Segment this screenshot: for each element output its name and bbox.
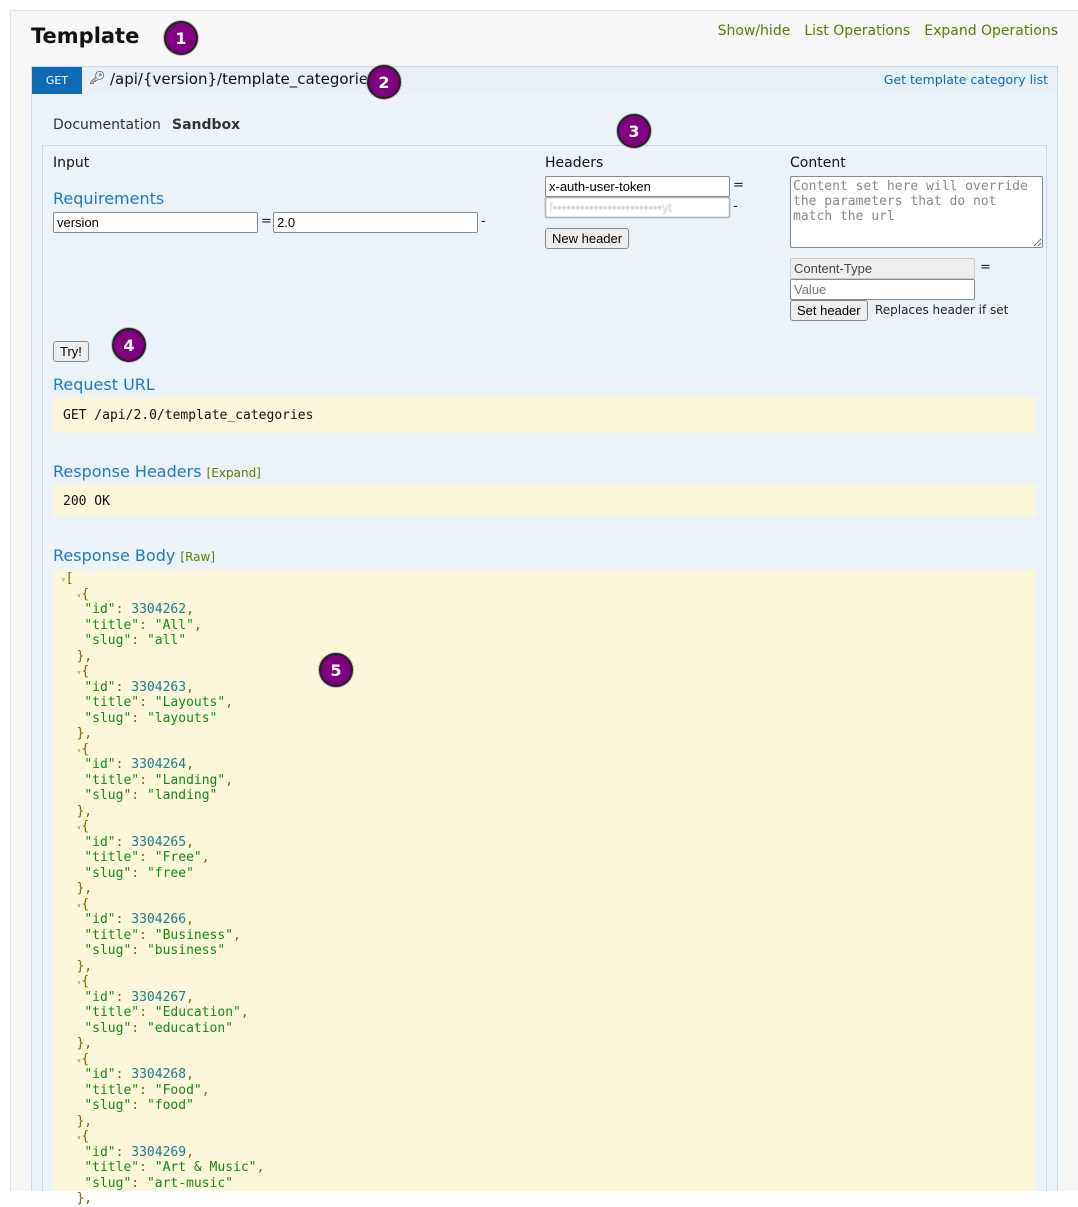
- json-object-open: ▿{: [76, 741, 90, 757]
- set-header-button[interactable]: Set header: [790, 300, 868, 321]
- json-title-line: "title": "Food",: [84, 1082, 210, 1098]
- input-label: Input: [53, 155, 90, 171]
- remove-requirement[interactable]: -: [481, 214, 486, 229]
- json-object-open: ▿{: [76, 896, 90, 912]
- method-badge: GET: [32, 67, 82, 94]
- json-title-line: "title": "Art & Music",: [84, 1160, 265, 1175]
- marker-4: 4: [112, 328, 146, 362]
- new-header-button[interactable]: New header: [545, 228, 630, 249]
- content-label: Content: [790, 155, 846, 171]
- response-headers-value: 200 OK: [53, 485, 1036, 517]
- response-body-label: Response Body: [53, 546, 176, 565]
- operation-header[interactable]: GET 🔑︎ /api/{version}/template_categorie…: [31, 66, 1058, 95]
- content-type-input[interactable]: [790, 258, 975, 279]
- show-hide-link[interactable]: Show/hide: [718, 23, 791, 39]
- header-name-input[interactable]: [545, 176, 730, 197]
- marker-2: 2: [367, 65, 401, 99]
- marker-1: 1: [164, 21, 198, 55]
- json-object-open: ▿{: [76, 1051, 90, 1067]
- expand-headers-link[interactable]: [Expand]: [207, 466, 261, 480]
- equals-sign: =: [980, 260, 991, 275]
- json-object-close: },: [53, 1036, 93, 1051]
- key-icon: 🔑︎: [89, 71, 106, 86]
- response-body-json: ▿[ ▿{ "id": 3304262, "title": "All", "sl…: [53, 570, 1036, 1206]
- json-object-close: },: [53, 726, 93, 741]
- tab-sandbox[interactable]: Sandbox: [172, 117, 240, 133]
- json-object-close: },: [53, 1113, 93, 1129]
- request-url-heading: Request URL: [53, 375, 155, 394]
- json-object-open: ▿{: [76, 664, 90, 679]
- json-array-open: ▿[: [60, 571, 74, 586]
- response-headers-label: Response Headers: [53, 462, 202, 481]
- equals-sign: =: [733, 178, 744, 193]
- json-id-line: "id": 3304264,: [84, 757, 194, 772]
- list-operations-link[interactable]: List Operations: [804, 23, 910, 39]
- remove-header[interactable]: -: [733, 199, 738, 214]
- response-body-heading: Response Body [Raw]: [53, 546, 215, 565]
- json-object-close: },: [53, 881, 93, 896]
- resource-title: Template: [31, 24, 140, 48]
- json-id-line: "id": 3304262,: [84, 602, 194, 617]
- requirement-value-input[interactable]: [273, 212, 478, 233]
- raw-toggle-link[interactable]: [Raw]: [180, 550, 215, 564]
- json-object-close: },: [53, 1191, 93, 1206]
- json-id-line: "id": 3304269,: [84, 1144, 194, 1160]
- json-object-close: },: [53, 803, 93, 819]
- json-slug-line: "slug": "landing": [84, 788, 218, 803]
- requirement-name-input[interactable]: [53, 212, 258, 233]
- json-slug-line: "slug": "art-music": [84, 1175, 234, 1191]
- set-header-note: Replaces header if set: [875, 303, 1009, 317]
- response-headers-heading: Response Headers [Expand]: [53, 462, 261, 481]
- json-slug-line: "slug": "layouts": [84, 710, 218, 726]
- json-id-line: "id": 3304266,: [84, 912, 194, 927]
- json-id-line: "id": 3304265,: [84, 834, 194, 850]
- json-slug-line: "slug": "all": [84, 633, 187, 648]
- request-url-value: GET /api/2.0/template_categories: [53, 397, 1036, 433]
- operation-summary[interactable]: Get template category list: [884, 72, 1048, 87]
- equals-sign: =: [261, 214, 272, 229]
- json-slug-line: "slug": "education": [84, 1020, 234, 1036]
- json-title-line: "title": "All",: [84, 617, 202, 633]
- json-slug-line: "slug": "food": [84, 1098, 194, 1113]
- content-textarea[interactable]: [790, 176, 1043, 248]
- requirements-heading: Requirements: [53, 189, 165, 208]
- json-slug-line: "slug": "free": [84, 865, 194, 881]
- headers-label: Headers: [545, 155, 604, 171]
- json-object-close: },: [53, 958, 93, 974]
- try-button[interactable]: Try!: [53, 341, 89, 362]
- json-title-line: "title": "Education",: [84, 1005, 249, 1020]
- json-object-close: },: [53, 648, 93, 664]
- tab-documentation[interactable]: Documentation: [53, 117, 161, 133]
- json-id-line: "id": 3304268,: [84, 1067, 194, 1082]
- json-object-open: ▿{: [76, 1129, 90, 1144]
- operation-path[interactable]: /api/{version}/template_categories: [110, 70, 376, 88]
- marker-5: 5: [319, 653, 353, 687]
- json-object-open: ▿{: [76, 974, 90, 989]
- json-title-line: "title": "Landing",: [84, 772, 234, 788]
- json-title-line: "title": "Free",: [84, 850, 210, 865]
- json-id-line: "id": 3304263,: [84, 679, 194, 695]
- json-id-line: "id": 3304267,: [84, 989, 194, 1005]
- json-slug-line: "slug": "business": [84, 943, 226, 958]
- marker-3: 3: [617, 114, 651, 148]
- header-value-input[interactable]: [545, 197, 730, 218]
- json-object-open: ▿{: [76, 586, 90, 602]
- resource-links: Show/hide List Operations Expand Operati…: [718, 23, 1058, 39]
- json-title-line: "title": "Business",: [84, 927, 241, 943]
- expand-operations-link[interactable]: Expand Operations: [924, 23, 1058, 39]
- json-title-line: "title": "Layouts",: [84, 695, 234, 710]
- json-object-open: ▿{: [76, 819, 90, 834]
- content-type-value-input[interactable]: [790, 279, 975, 300]
